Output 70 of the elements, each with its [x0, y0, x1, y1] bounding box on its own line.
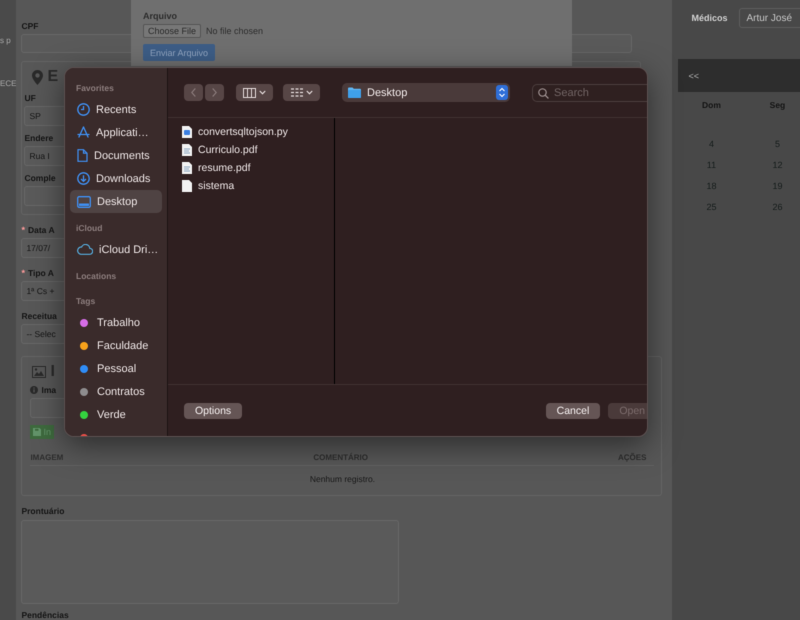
search-icon	[538, 88, 549, 98]
sidebar-section-title: iCloud	[75, 222, 104, 235]
required-mark: *	[21, 225, 25, 236]
doctor-select[interactable]: Artur José	[739, 8, 800, 28]
view-mode-button[interactable]	[236, 84, 273, 101]
sidebar-item[interactable]: Applicati…	[70, 121, 162, 144]
caret-icon	[259, 90, 266, 95]
file-status: No file chosen	[206, 26, 264, 36]
stepper-icon	[496, 85, 508, 100]
chevron-right-icon	[212, 88, 217, 97]
field-label: Endere	[24, 133, 54, 144]
field-label: Arquivo	[143, 11, 178, 21]
field-label: Tipo A	[28, 268, 54, 278]
sidebar-item[interactable]: Pessoal	[70, 357, 162, 380]
sidebar-item[interactable]: Trabalho	[70, 311, 162, 334]
sidebar-section-title: Tags	[75, 295, 96, 308]
field-label: Receitua	[21, 311, 57, 322]
search-field[interactable]: Search	[532, 84, 647, 102]
document-icon	[77, 149, 88, 162]
map-pin-icon	[32, 70, 44, 85]
columns-icon	[243, 88, 256, 98]
file-item[interactable]: Curriculo.pdf	[168, 141, 334, 159]
sidebar-item[interactable]: iCloud Dri…	[70, 238, 162, 261]
pdf-file-icon	[182, 162, 192, 174]
chevron-left-icon	[191, 88, 196, 97]
file-item[interactable]: sistema	[168, 177, 334, 195]
grid-icon	[290, 88, 302, 97]
pdf-file-icon	[182, 144, 192, 156]
field-label: Médicos	[691, 13, 728, 23]
file-item[interactable]: resume.pdf	[168, 159, 334, 177]
desktop-icon	[77, 196, 91, 208]
download-icon	[77, 172, 90, 185]
back-button[interactable]	[184, 84, 203, 101]
empty-message: Nenhum registro.	[310, 474, 376, 484]
sidebar-item[interactable]: Faculdade	[70, 334, 162, 357]
field-label: CPF	[21, 21, 38, 31]
file-icon	[182, 180, 192, 192]
clock-icon	[77, 103, 90, 116]
previous-month-link[interactable]: <<	[688, 70, 699, 80]
sidebar-item[interactable]: Verde	[70, 403, 162, 426]
sidebar-text: ECE	[0, 79, 16, 88]
field-label: UF	[24, 93, 36, 104]
required-mark: *	[21, 268, 25, 278]
field-label: Data A	[28, 225, 55, 236]
image-icon	[32, 366, 46, 378]
file-item[interactable]: convertsqltojson.py	[168, 123, 334, 141]
sidebar-item[interactable]: Downloads	[70, 167, 162, 190]
field-label: Prontuário	[21, 506, 64, 516]
location-popup[interactable]: Desktop	[342, 83, 510, 102]
forward-button[interactable]	[205, 84, 224, 101]
sidebar-section-title: Favorites	[75, 82, 115, 95]
cloud-icon	[77, 244, 93, 255]
info-icon	[30, 386, 38, 394]
caret-icon	[306, 90, 312, 95]
field-label: Ima	[41, 385, 56, 396]
options-button[interactable]: Options	[184, 402, 242, 418]
sidebar-item[interactable]: Recents	[70, 98, 162, 121]
sidebar-item[interactable]: Contratos	[70, 380, 162, 403]
sidebar-section-title: Locations	[75, 270, 118, 283]
sidebar-text: s p	[0, 36, 11, 45]
app-store-icon	[77, 126, 90, 139]
folder-icon	[348, 87, 361, 98]
group-button[interactable]	[283, 84, 320, 101]
sidebar-item[interactable]: Desktop	[70, 190, 162, 213]
field-label: Comple	[24, 173, 56, 184]
sidebar-item[interactable]: Documents	[70, 144, 162, 167]
field-label: Pendências	[21, 610, 69, 620]
script-file-icon	[182, 126, 192, 138]
save-icon	[33, 428, 42, 436]
cancel-button[interactable]: Cancel	[546, 402, 600, 418]
